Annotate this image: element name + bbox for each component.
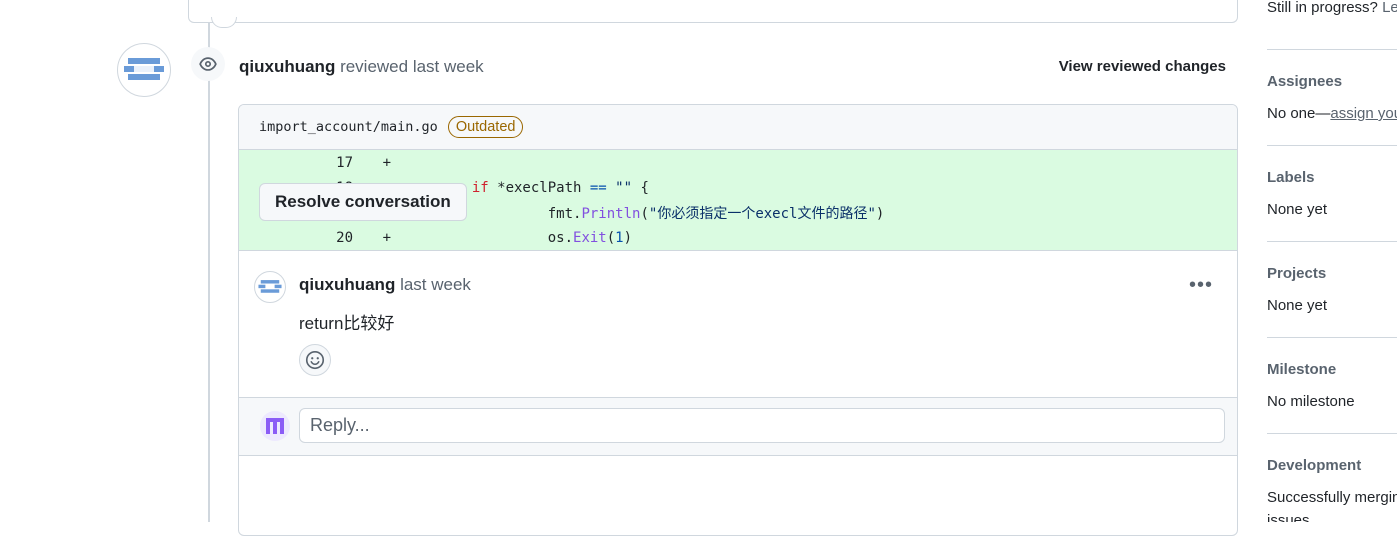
diff-line: 17 + bbox=[239, 150, 1237, 175]
code-function: Exit bbox=[573, 229, 607, 246]
sidebar-value-continued: issues bbox=[1267, 512, 1310, 522]
eye-icon bbox=[191, 47, 225, 81]
previous-timeline-item bbox=[188, 0, 1238, 28]
sidebar-title[interactable]: Labels bbox=[1267, 169, 1315, 186]
sidebar: Still in progress? Lea Assignees No one—… bbox=[1267, 0, 1397, 522]
timeline-line bbox=[208, 22, 210, 522]
comment-header: qiuxuhuang last week bbox=[299, 275, 471, 295]
code-token: { bbox=[640, 179, 649, 196]
code-keyword: if bbox=[471, 179, 489, 196]
code-token: os. bbox=[547, 229, 574, 246]
assign-yourself-link[interactable]: assign you bbox=[1330, 105, 1397, 122]
code-string: "" bbox=[606, 179, 641, 196]
view-reviewed-changes-link[interactable]: View reviewed changes bbox=[1059, 58, 1226, 75]
reviewer-avatar[interactable] bbox=[117, 43, 171, 97]
reply-input[interactable] bbox=[299, 408, 1225, 443]
sidebar-value: No one—assign you bbox=[1267, 105, 1397, 122]
code-token: *execlPath bbox=[488, 179, 590, 196]
sidebar-section-labels: Labels None yet bbox=[1267, 145, 1397, 218]
sidebar-title[interactable]: Milestone bbox=[1267, 361, 1336, 378]
code-token: ( bbox=[606, 229, 616, 246]
code-token: ( bbox=[640, 205, 649, 222]
smiley-icon[interactable] bbox=[299, 344, 331, 376]
code-number: 1 bbox=[615, 229, 624, 246]
code-token: fmt. bbox=[547, 205, 582, 222]
code-string: "你必须指定一个execl文件的路径" bbox=[648, 205, 876, 222]
outdated-badge: Outdated bbox=[447, 116, 524, 138]
sidebar-value: None yet bbox=[1267, 201, 1328, 218]
review-header: qiuxuhuang reviewed last week bbox=[239, 57, 484, 77]
file-path-link[interactable]: import_account/main.go bbox=[259, 119, 438, 135]
assignees-none-text: No one— bbox=[1267, 105, 1331, 122]
line-number: 20 bbox=[336, 229, 353, 246]
file-header: import_account/main.go Outdated bbox=[239, 105, 1237, 150]
sidebar-title[interactable]: Projects bbox=[1267, 265, 1326, 282]
review-author-link[interactable]: qiuxuhuang bbox=[239, 57, 335, 76]
code-text: os.Exit(1) bbox=[391, 230, 632, 246]
diff-line: 20 + os.Exit(1) bbox=[239, 225, 1237, 250]
commenter-avatar[interactable] bbox=[254, 271, 286, 303]
reply-area bbox=[239, 397, 1237, 456]
code-token: ) bbox=[875, 205, 885, 222]
line-number: 17 bbox=[336, 154, 353, 171]
sidebar-section-milestone: Milestone No milestone bbox=[1267, 337, 1397, 410]
current-user-avatar[interactable] bbox=[260, 411, 290, 441]
diff-sign: + bbox=[382, 229, 391, 246]
sidebar-value: None yet bbox=[1267, 297, 1328, 314]
sidebar-value: Successfully mergin bbox=[1267, 489, 1397, 506]
sidebar-section-projects: Projects None yet bbox=[1267, 241, 1397, 314]
code-operator: == bbox=[589, 179, 607, 196]
kebab-menu-icon[interactable]: ••• bbox=[1189, 275, 1213, 295]
comment-body: return比较好 bbox=[299, 314, 395, 333]
comment-timestamp[interactable]: last week bbox=[400, 275, 471, 294]
sidebar-section-assignees: Assignees No one—assign you bbox=[1267, 49, 1397, 122]
review-thread: import_account/main.go Outdated 17+ 18+ … bbox=[238, 104, 1238, 536]
review-comment: qiuxuhuang last week ••• return比较好 bbox=[239, 250, 1237, 397]
sidebar-value: No milestone bbox=[1267, 393, 1355, 410]
previous-item-stub bbox=[211, 17, 237, 28]
code-token: ) bbox=[623, 229, 633, 246]
sidebar-section-development: Development Successfully mergin issues bbox=[1267, 433, 1397, 522]
resolve-conversation-button[interactable]: Resolve conversation bbox=[259, 183, 467, 221]
comment-author-link[interactable]: qiuxuhuang bbox=[299, 275, 395, 294]
sidebar-title[interactable]: Assignees bbox=[1267, 73, 1342, 90]
learn-link[interactable]: Lea bbox=[1382, 0, 1397, 16]
code-function: Println bbox=[581, 205, 641, 222]
sidebar-title[interactable]: Development bbox=[1267, 457, 1361, 474]
progress-text: Still in progress? bbox=[1267, 0, 1378, 16]
diff-sign: + bbox=[382, 154, 391, 171]
review-action-text: reviewed last week bbox=[340, 57, 484, 76]
sidebar-progress-note: Still in progress? Lea bbox=[1267, 0, 1397, 16]
